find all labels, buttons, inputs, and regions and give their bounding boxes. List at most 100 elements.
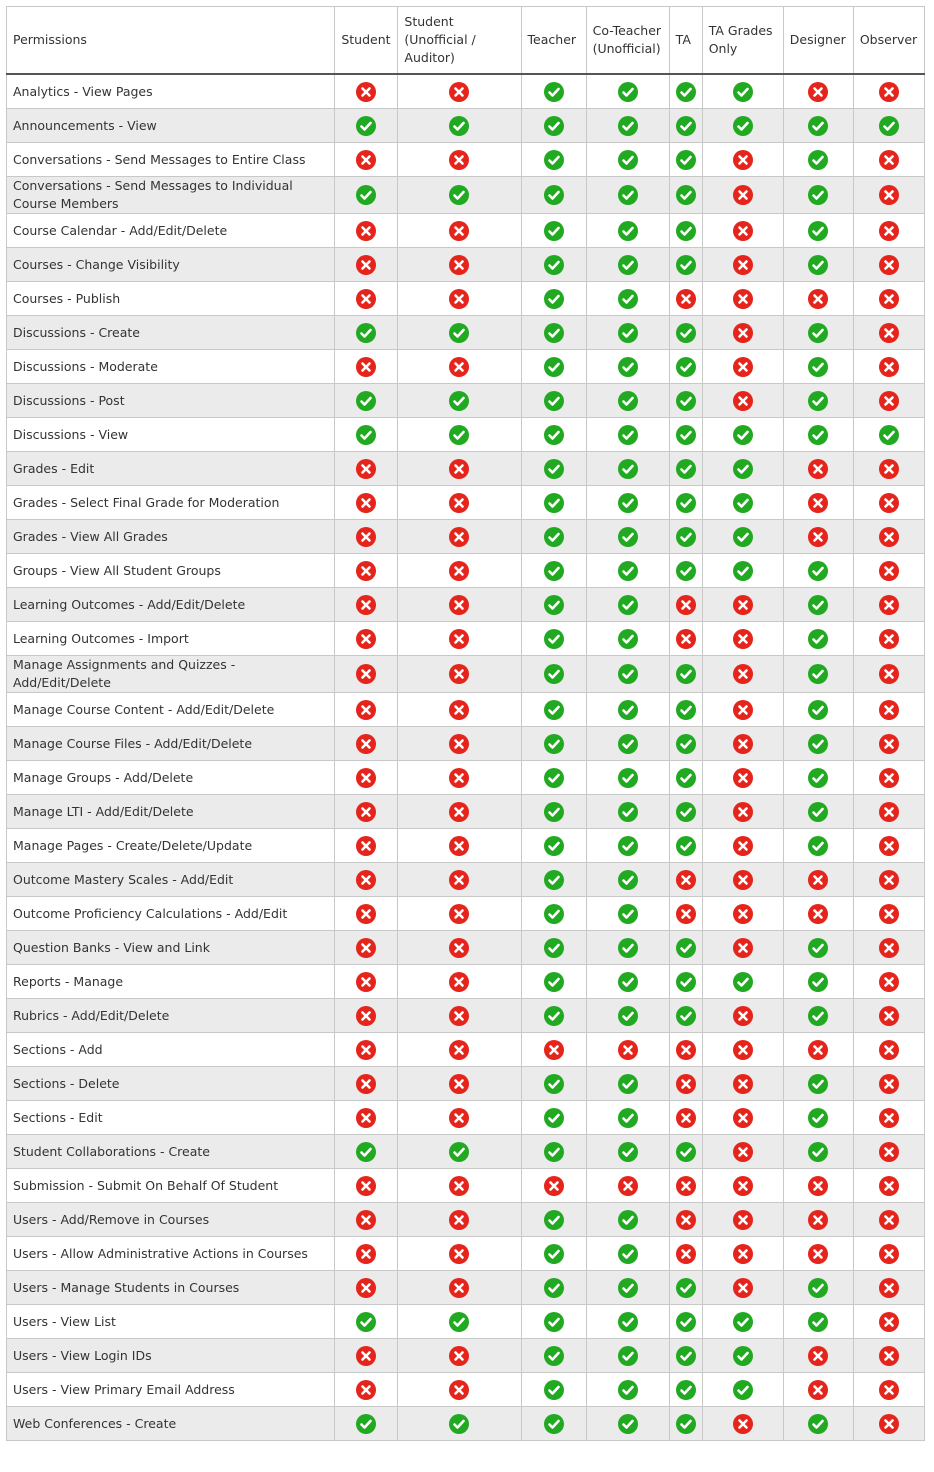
permission-cell — [782, 553, 854, 588]
x-circle-icon — [356, 835, 377, 856]
x-circle-icon — [732, 937, 753, 958]
check-circle-icon — [617, 1379, 638, 1400]
permission-cell — [585, 1066, 670, 1101]
permission-label: Users - View Login IDs — [5, 1338, 336, 1373]
permission-cell — [782, 692, 854, 727]
permission-cell — [585, 281, 670, 316]
permission-cell — [520, 1100, 587, 1135]
x-circle-icon — [675, 1107, 696, 1128]
permission-cell — [334, 587, 399, 622]
permission-cell — [334, 142, 399, 177]
check-circle-icon — [675, 971, 696, 992]
check-circle-icon — [808, 971, 829, 992]
permission-cell — [397, 1032, 522, 1067]
permission-cell — [782, 760, 854, 795]
check-circle-icon — [617, 254, 638, 275]
permission-cell — [334, 451, 399, 486]
permission-cell — [334, 862, 399, 897]
table-row: Submission - Submit On Behalf Of Student — [5, 1168, 926, 1203]
check-circle-icon — [675, 356, 696, 377]
x-circle-icon — [449, 1005, 470, 1026]
permission-cell — [852, 862, 926, 897]
check-circle-icon — [675, 767, 696, 788]
x-circle-icon — [356, 458, 377, 479]
x-circle-icon — [356, 1379, 377, 1400]
permission-cell — [852, 1168, 926, 1203]
permission-cell — [852, 1270, 926, 1305]
permission-cell — [585, 247, 670, 282]
check-circle-icon — [617, 322, 638, 343]
check-circle-icon — [543, 664, 564, 684]
x-circle-icon — [732, 220, 753, 241]
x-circle-icon — [808, 869, 829, 890]
x-circle-icon — [356, 937, 377, 958]
table-row: Learning Outcomes - Import — [5, 621, 926, 656]
check-circle-icon — [543, 594, 564, 615]
permission-cell — [397, 1134, 522, 1169]
check-circle-icon — [543, 81, 564, 102]
check-circle-icon — [617, 699, 638, 720]
permission-cell — [585, 176, 670, 214]
table-row: Web Conferences - Create — [5, 1406, 926, 1441]
permission-cell — [334, 692, 399, 727]
permission-label: Grades - View All Grades — [5, 519, 336, 554]
check-circle-icon — [449, 390, 470, 411]
check-circle-icon — [675, 733, 696, 754]
permission-cell — [782, 281, 854, 316]
permission-cell — [585, 1406, 670, 1441]
column-header: Observer — [852, 6, 926, 75]
x-circle-icon — [449, 492, 470, 513]
permission-cell — [397, 655, 522, 693]
check-circle-icon — [808, 424, 829, 445]
permission-cell — [701, 1066, 784, 1101]
x-circle-icon — [449, 458, 470, 479]
permission-cell — [520, 896, 587, 931]
check-circle-icon — [808, 149, 829, 170]
permission-cell — [334, 73, 399, 109]
permission-cell — [397, 383, 522, 418]
table-row: Manage Course Content - Add/Edit/Delete — [5, 692, 926, 727]
permission-label: Users - Manage Students in Courses — [5, 1270, 336, 1305]
x-circle-icon — [675, 1209, 696, 1230]
permission-label: Discussions - Create — [5, 315, 336, 350]
x-circle-icon — [449, 526, 470, 547]
permission-cell — [520, 1338, 587, 1373]
check-circle-icon — [617, 560, 638, 581]
check-circle-icon — [675, 699, 696, 720]
permission-cell — [397, 726, 522, 761]
permission-label: Conversations - Send Messages to Individ… — [5, 176, 336, 214]
permission-label: Conversations - Send Messages to Entire … — [5, 142, 336, 177]
check-circle-icon — [617, 185, 638, 205]
header-row: Permissions Student Student (Unofficial / … — [5, 6, 926, 75]
check-circle-icon — [543, 560, 564, 581]
table-row: Sections - Add — [5, 1032, 926, 1067]
permission-cell — [852, 485, 926, 520]
permission-cell — [585, 1304, 670, 1339]
check-circle-icon — [543, 254, 564, 275]
permission-cell — [668, 142, 703, 177]
check-circle-icon — [617, 1311, 638, 1332]
permission-cell — [782, 73, 854, 109]
x-circle-icon — [878, 1039, 899, 1060]
permission-cell — [585, 964, 670, 999]
permission-cell — [585, 417, 670, 452]
x-circle-icon — [878, 801, 899, 822]
permission-cell — [585, 828, 670, 863]
permission-label: Sections - Delete — [5, 1066, 336, 1101]
permission-cell — [334, 1100, 399, 1135]
table-row: Manage LTI - Add/Edit/Delete — [5, 794, 926, 829]
permission-cell — [668, 896, 703, 931]
permission-cell — [397, 451, 522, 486]
permission-cell — [852, 1304, 926, 1339]
check-circle-icon — [356, 1141, 377, 1162]
column-header: TA — [668, 6, 703, 75]
permission-cell — [520, 417, 587, 452]
permission-cell — [668, 692, 703, 727]
permission-cell — [585, 760, 670, 795]
x-circle-icon — [808, 1175, 829, 1196]
check-circle-icon — [808, 115, 829, 136]
check-circle-icon — [543, 1005, 564, 1026]
x-circle-icon — [356, 220, 377, 241]
permission-cell — [668, 108, 703, 143]
permission-cell — [701, 1406, 784, 1441]
